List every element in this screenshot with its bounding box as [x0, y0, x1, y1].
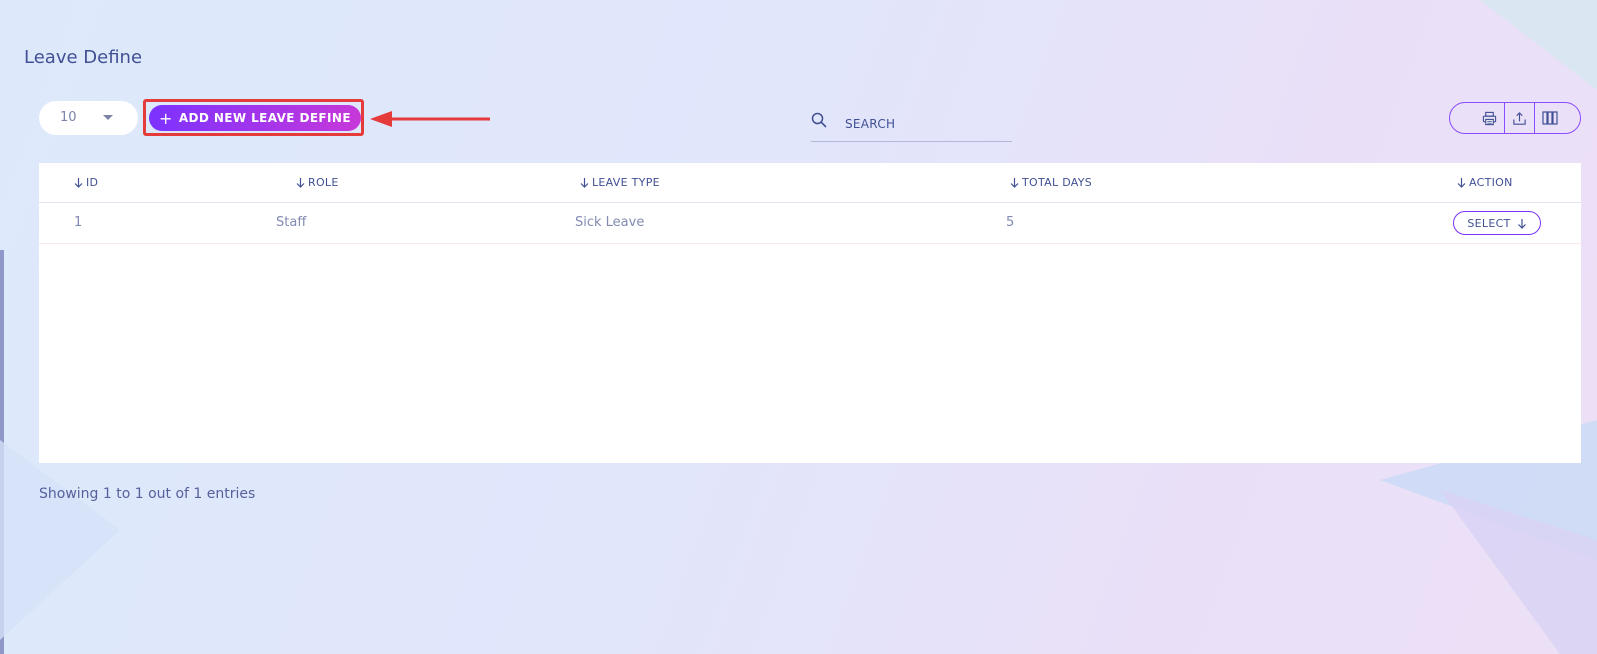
entries-info: Showing 1 to 1 out of 1 entries — [39, 486, 256, 502]
column-header-label: ROLE — [308, 176, 339, 189]
plus-icon: + — [159, 108, 173, 128]
export-button[interactable] — [1504, 103, 1534, 133]
add-button-label: ADD NEW LEAVE DEFINE — [178, 111, 351, 125]
search-input[interactable] — [843, 113, 1007, 135]
column-header-leave-type[interactable]: LEAVE TYPE — [580, 176, 660, 189]
table-tools-group — [1449, 102, 1581, 134]
left-edge-strip — [0, 250, 4, 654]
export-icon — [1513, 111, 1526, 125]
sort-arrow-icon — [296, 178, 305, 188]
add-new-leave-define-button[interactable]: + ADD NEW LEAVE DEFINE — [149, 105, 361, 131]
cell-role: Staff — [276, 215, 307, 230]
cell-leave-type: Sick Leave — [575, 215, 645, 230]
column-header-total-days[interactable]: TOTAL DAYS — [1010, 176, 1092, 189]
print-button[interactable] — [1474, 103, 1504, 133]
sort-arrow-icon — [1010, 178, 1019, 188]
per-page-value: 10 — [60, 110, 77, 125]
column-header-label: ACTION — [1469, 176, 1513, 189]
column-header-label: TOTAL DAYS — [1022, 176, 1093, 189]
search-icon — [811, 112, 827, 128]
sort-arrow-icon — [580, 178, 589, 188]
cell-total-days: 5 — [1006, 215, 1015, 230]
column-header-action[interactable]: ACTION — [1457, 176, 1513, 189]
table-header: ID ROLE LEAVE TYPE TOTAL DAYS ACTION — [39, 163, 1581, 203]
caret-down-icon — [103, 115, 113, 120]
table-row: 1 Staff Sick Leave 5 SELECT — [39, 203, 1581, 244]
select-action-button[interactable]: SELECT — [1453, 211, 1541, 235]
page-title: Leave Define — [24, 47, 143, 68]
per-page-select[interactable]: 10 — [39, 101, 138, 135]
column-header-id[interactable]: ID — [74, 176, 98, 189]
columns-icon — [1541, 111, 1558, 125]
sort-arrow-icon — [74, 178, 83, 188]
cell-id: 1 — [74, 215, 83, 230]
search-bar — [811, 108, 1012, 142]
arrow-down-icon — [1517, 218, 1526, 229]
sort-arrow-icon — [1457, 178, 1466, 188]
annotation-arrow-icon — [370, 111, 490, 127]
column-header-label: ID — [86, 176, 99, 189]
columns-button[interactable] — [1534, 103, 1564, 133]
column-header-label: LEAVE TYPE — [592, 176, 660, 189]
print-icon — [1482, 111, 1496, 125]
column-header-role[interactable]: ROLE — [296, 176, 339, 189]
leave-define-table: ID ROLE LEAVE TYPE TOTAL DAYS ACTION 1 S… — [39, 163, 1581, 463]
select-button-label: SELECT — [1467, 216, 1511, 230]
